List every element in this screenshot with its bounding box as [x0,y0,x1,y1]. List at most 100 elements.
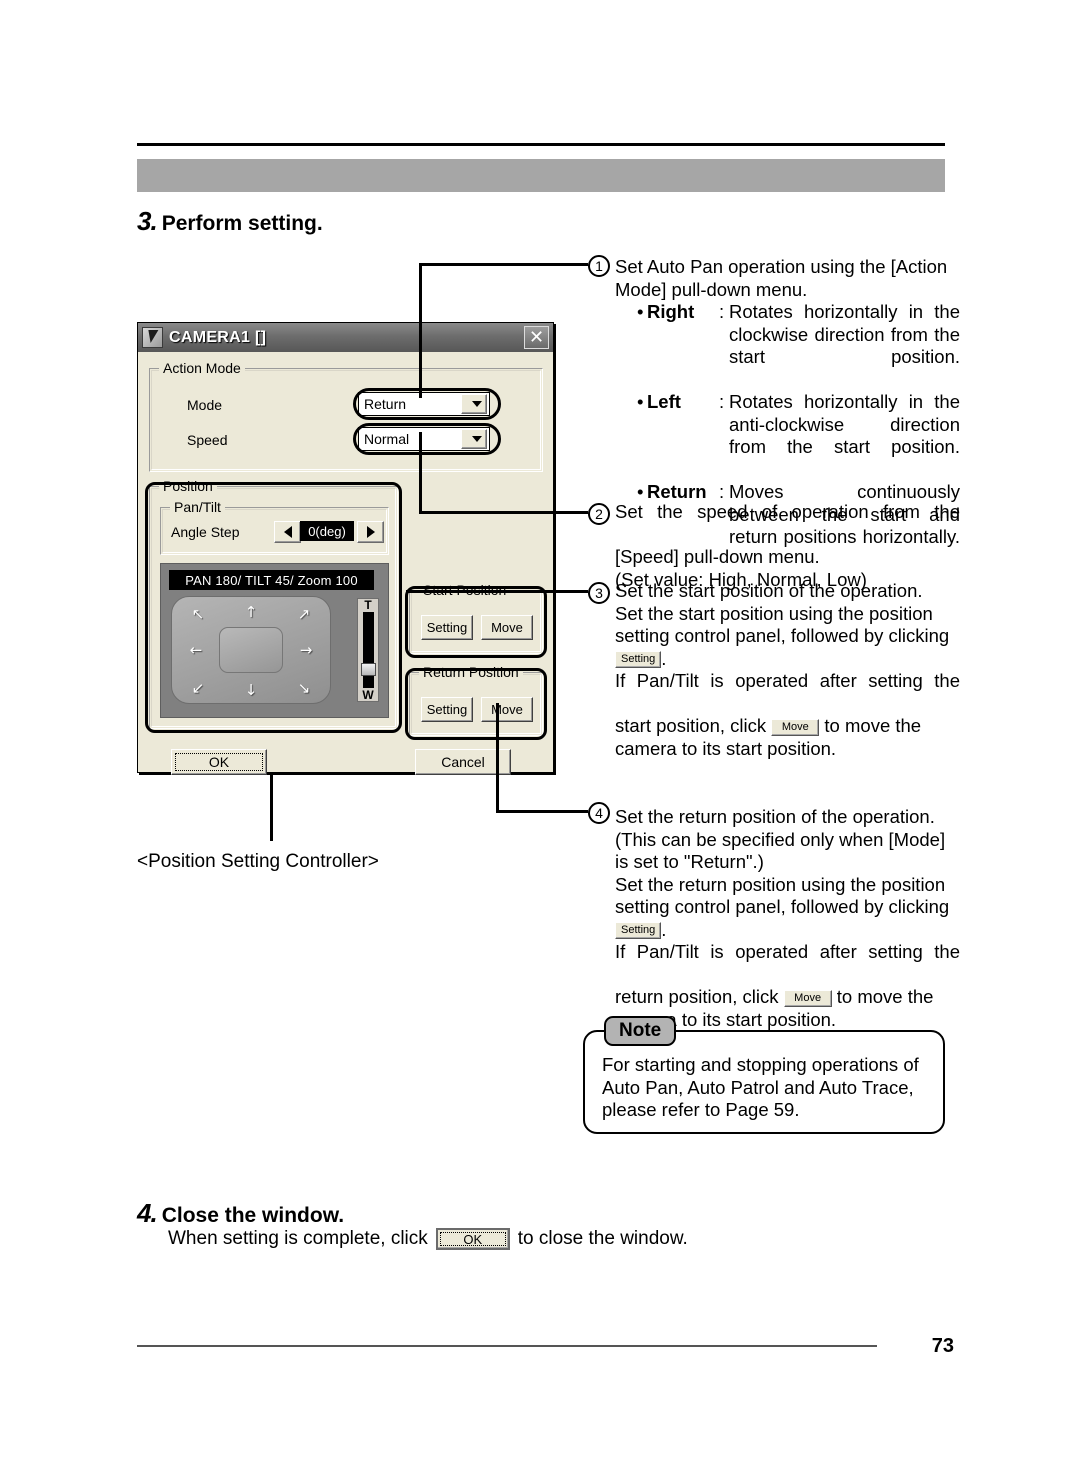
speed-label: Speed [187,432,228,448]
dialog-body: Action Mode Mode Speed Return Normal Pos… [138,352,553,775]
callout-3: 3 [588,582,610,604]
item-4-move-line: return position, click Move to move the [615,986,960,1009]
return-move-button[interactable]: Move [481,697,533,722]
item-2-line-1: Set the speed of operation from the [615,501,960,522]
item-4-setting-line: Setting. [615,919,960,942]
pan-right-button[interactable]: → [284,629,328,671]
callout-4: 4 [588,802,610,824]
zoom-track[interactable] [360,612,376,688]
leader-caption-vertical [270,773,273,841]
mode-dropdown[interactable]: Return [358,392,490,416]
instruction-item-3: Set the start position of the operation.… [615,580,960,760]
pan-up-left-button[interactable]: ↖ [176,601,220,627]
pan-down-left-button[interactable]: ↙ [176,675,220,701]
note-box: Note For starting and stopping operation… [583,1016,945,1134]
inline-move-button[interactable]: Move [771,718,820,736]
inline-ok-label: OK [439,1232,506,1247]
definition-right: • Right : Rotates horizontally in the cl… [637,301,960,391]
item-3-line-3: setting control panel, followed by click… [615,625,950,646]
term-right: Right [647,301,695,322]
angle-increase-button[interactable] [357,521,384,543]
ok-button[interactable]: OK [171,749,267,775]
inline-ok-button[interactable]: OK [435,1228,510,1250]
return-position-group: Return Position Setting Move [409,664,543,736]
leader-1-horizontal [419,263,588,266]
instruction-item-2: Set the speed of operation from the [Spe… [615,501,960,591]
position-legend: Position [159,478,217,494]
leader-2-vertical [419,432,422,514]
item-3-line-6: camera to its start position. [615,737,837,759]
action-mode-legend: Action Mode [159,360,245,376]
desc-right: Rotates horizontally in the clockwise di… [729,301,960,367]
item-4-line-5: setting control panel, followed by click… [615,896,950,917]
item-3-move-line: start position, click Move to move the [615,715,960,738]
inline-setting-button[interactable]: Setting [615,651,662,669]
ok-button-label: OK [175,753,263,771]
desc-left: Rotates horizontally in the anti-clockwi… [729,391,960,457]
item-1-line-1: Set Auto Pan operation using the [Action [615,256,948,277]
start-setting-button[interactable]: Setting [421,615,473,640]
start-position-group: Start Position Setting Move [409,582,543,654]
step-4-pre: When setting is complete, click [168,1228,428,1249]
direction-pad: ↖ ↑ ↗ ← → ↙ ↓ ↘ [171,596,331,704]
leader-4-vertical [496,703,499,813]
pantilt-control-panel: PAN 180/ TILT 45/ Zoom 100 ↖ ↑ ↗ ← → ↙ ↓… [160,563,389,718]
dpad-center[interactable] [219,627,283,673]
callout-2: 2 [588,503,610,525]
tilt-up-button[interactable]: ↑ [222,599,280,625]
figure-caption: <Position Setting Controller> [137,851,379,872]
note-line-1: For starting and stopping operations of [602,1054,919,1075]
colon: : [719,301,725,322]
inline-setting-button[interactable]: Setting [615,922,662,940]
right-arrow-icon [366,526,375,538]
manual-page: 3. Perform setting. CAMERA1 [] ✕ Action … [0,0,1080,1465]
close-icon[interactable]: ✕ [524,326,549,349]
pantilt-group: Pan/Tilt Angle Step 0(deg) [160,499,389,555]
item-3-line-5a: start position, click [615,715,767,736]
pan-up-right-button[interactable]: ↗ [282,601,326,627]
note-line-2: Auto Pan, Auto Patrol and Auto Trace, [602,1076,914,1098]
app-icon [142,327,163,348]
instruction-item-4: Set the return position of the operation… [615,806,960,1031]
step-3-heading: 3. Perform setting. [137,206,323,237]
pantilt-legend: Pan/Tilt [170,499,225,515]
speed-dropdown[interactable]: Normal [358,427,490,451]
tilt-down-button[interactable]: ↓ [222,677,280,703]
bullet-icon: • [637,391,644,412]
step-4-number: 4. [137,1198,158,1228]
bullet-icon: • [637,301,644,322]
return-setting-button[interactable]: Setting [421,697,473,722]
pan-left-button[interactable]: ← [174,629,218,671]
angle-step-label: Angle Step [171,524,240,540]
angle-decrease-button[interactable] [274,521,301,543]
leader-3-horizontal [406,590,588,593]
action-mode-group: Action Mode Mode Speed Return Normal [149,360,543,472]
step-4-title: Close the window. [161,1204,345,1227]
mode-label: Mode [187,397,223,413]
item-4-line-7a: return position, click [615,986,779,1007]
item-3-line-5b: to move the [824,715,922,736]
pan-down-right-button[interactable]: ↘ [282,675,326,701]
inline-move-button[interactable]: Move [783,989,832,1007]
page-number: 73 [931,1335,954,1357]
step-4-heading: 4. Close the window. [137,1198,344,1229]
chevron-down-icon[interactable] [461,394,487,414]
note-text: For starting and stopping operations of … [602,1054,932,1122]
zoom-slider[interactable]: T W [357,598,379,702]
zoom-wide-label: W [362,688,374,702]
leader-1-vertical [419,263,422,398]
zoom-thumb[interactable] [360,663,376,676]
item-3-line-1: Set the start position of the operation. [615,580,923,601]
angle-step-value: 0(deg) [300,521,354,541]
dialog-title: CAMERA1 [] [169,328,267,346]
leader-4-horizontal [496,810,588,813]
position-group: Position Pan/Tilt Angle Step 0(deg) PAN … [149,478,398,729]
step-4-post: to close the window. [517,1228,688,1249]
step-3-title: Perform setting. [161,212,323,235]
mode-value: Return [364,396,407,412]
period: . [661,918,667,940]
colon: : [719,391,725,412]
term-left: Left [647,391,681,412]
chevron-down-icon[interactable] [461,429,487,449]
start-move-button[interactable]: Move [481,615,533,640]
